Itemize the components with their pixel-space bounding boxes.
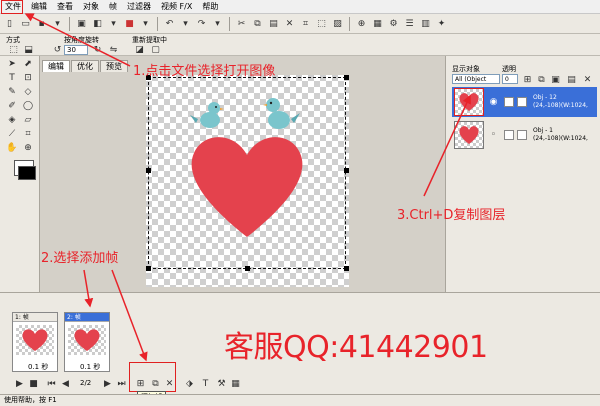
annotation-step3: 3.Ctrl+D复制图层 bbox=[397, 208, 506, 223]
annotation-step1: 1.点击文件选择打开图像 bbox=[133, 64, 276, 79]
annotation-qq: 客服QQ:41442901 bbox=[224, 330, 488, 365]
annotation-step2: 2.选择添加帧 bbox=[41, 251, 119, 266]
